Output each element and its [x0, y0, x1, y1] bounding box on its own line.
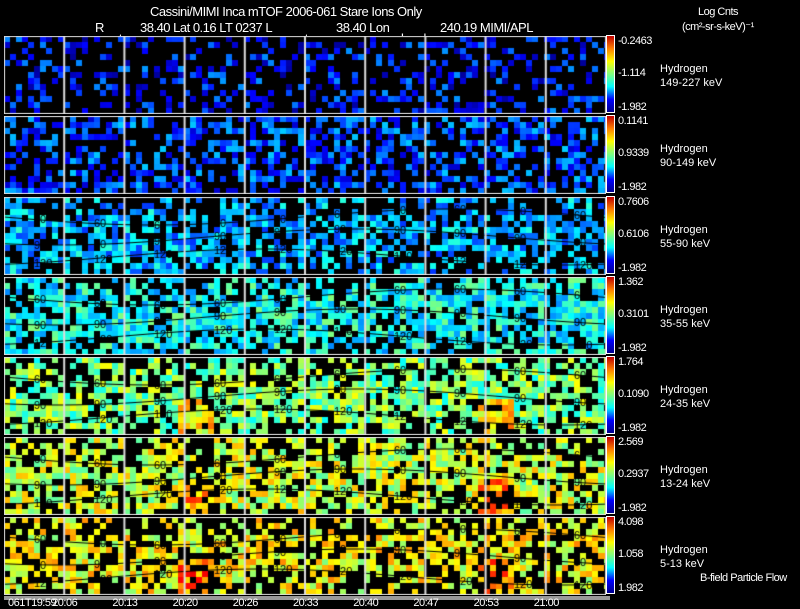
spectrogram-panel	[4, 197, 606, 275]
species-label: Hydrogen	[660, 384, 708, 396]
colorbar-tick-cmax: 0.1141	[618, 115, 648, 127]
colorbar	[606, 196, 615, 274]
panel-label: Hydrogen 90-149 keV	[660, 142, 716, 170]
species-label: Hydrogen	[660, 304, 708, 316]
colorbar-tick-cmax: 1.764	[618, 356, 644, 368]
panel-label: Hydrogen 55-90 keV	[660, 223, 710, 251]
colorbar-tick-cmax: -0.2463	[618, 35, 652, 47]
species-label: Hydrogen	[660, 464, 708, 476]
x-tick-label: 20:53	[473, 597, 500, 609]
bfield-note: B-field Particle Flow	[700, 572, 787, 584]
colorbar	[606, 356, 615, 434]
colorbar-tick-cmax: 0.7606	[618, 196, 649, 208]
colorbar-tick-cmax: 2.569	[618, 436, 644, 448]
colorbar	[606, 276, 615, 354]
colorbar-units-1: Log Cnts	[698, 6, 739, 18]
panel-label: Hydrogen 24-35 keV	[660, 383, 710, 411]
species-label: Hydrogen	[660, 224, 708, 236]
species-label: Hydrogen	[660, 63, 708, 75]
spectrogram-panel	[4, 517, 606, 595]
colorbar-units-2: (cm²-sr-s-keV)⁻¹	[682, 21, 754, 33]
species-label: Hydrogen	[660, 544, 708, 556]
energy-label: 35-55 keV	[660, 318, 711, 330]
colorbar	[606, 115, 615, 193]
colorbar-tick-cmid: 0.1090	[618, 388, 649, 400]
energy-label: 5-13 keV	[660, 558, 705, 570]
colorbar-tick-cmin: -1.982	[618, 101, 647, 113]
species-label: Hydrogen	[660, 143, 708, 155]
x-tick-label: 20:06	[52, 597, 78, 609]
x-tick-label: 20:40	[353, 597, 379, 609]
colorbar-tick-cmin: -1.982	[618, 422, 647, 434]
spectrogram-panel	[4, 116, 606, 194]
colorbar-tick-cmin: 1.982	[618, 582, 644, 594]
lon-label: 38.40 Lon	[336, 20, 390, 35]
energy-label: 149-227 keV	[660, 77, 723, 89]
colorbar	[606, 436, 615, 514]
x-tick-label: 20:47	[413, 597, 439, 609]
colorbar-tick-cmid: 0.6106	[618, 228, 649, 240]
colorbar-tick-cmid: 1.058	[618, 548, 644, 560]
energy-label: 13-24 keV	[660, 478, 711, 490]
spectrogram-panel	[4, 36, 606, 114]
colorbar-tick-cmid: 0.2937	[618, 468, 649, 480]
lon-value: 240.19 MIMI/APL	[440, 20, 533, 35]
colorbar-tick-cmin: -1.982	[618, 502, 647, 514]
panel-label: Hydrogen 149-227 keV	[660, 62, 722, 90]
r-label: R	[95, 20, 104, 35]
x-tick-label: 20:13	[112, 597, 138, 609]
panel-label: Hydrogen 5-13 keV	[660, 543, 708, 571]
colorbar	[606, 35, 615, 113]
panel-label: Hydrogen 13-24 keV	[660, 463, 710, 491]
colorbar-tick-cmid: 0.9339	[618, 147, 649, 159]
panel-label: Hydrogen 35-55 keV	[660, 303, 710, 331]
spectrogram-panel	[4, 437, 606, 515]
colorbar	[606, 516, 615, 594]
colorbar-tick-cmin: -1.982	[618, 181, 647, 193]
x-tick-label: 20:33	[293, 597, 319, 609]
plot-title: Cassini/MIMI Inca mTOF 2006-061 Stare Io…	[150, 4, 422, 19]
x-tick-label: 21:00	[533, 597, 560, 609]
spectrogram-panel	[4, 357, 606, 435]
energy-label: 55-90 keV	[660, 238, 711, 250]
position-readout: 38.40 Lat 0.16 LT 0237 L	[140, 20, 273, 35]
colorbar-tick-cmax: 4.098	[618, 516, 644, 528]
colorbar-tick-cmax: 1.362	[618, 276, 644, 288]
colorbar-tick-cmid: -1.114	[618, 67, 646, 79]
colorbar-tick-cmin: -1.982	[618, 342, 647, 354]
spectrogram-panel	[4, 277, 606, 355]
energy-label: 90-149 keV	[660, 157, 717, 169]
x-tick-label: 20:26	[232, 597, 259, 609]
x-tick-label: 061T19:59	[8, 597, 57, 609]
energy-label: 24-35 keV	[660, 398, 711, 410]
colorbar-tick-cmid: 0.3101	[618, 308, 649, 320]
colorbar-tick-cmin: -1.982	[618, 262, 647, 274]
x-tick-label: 20:20	[172, 597, 199, 609]
